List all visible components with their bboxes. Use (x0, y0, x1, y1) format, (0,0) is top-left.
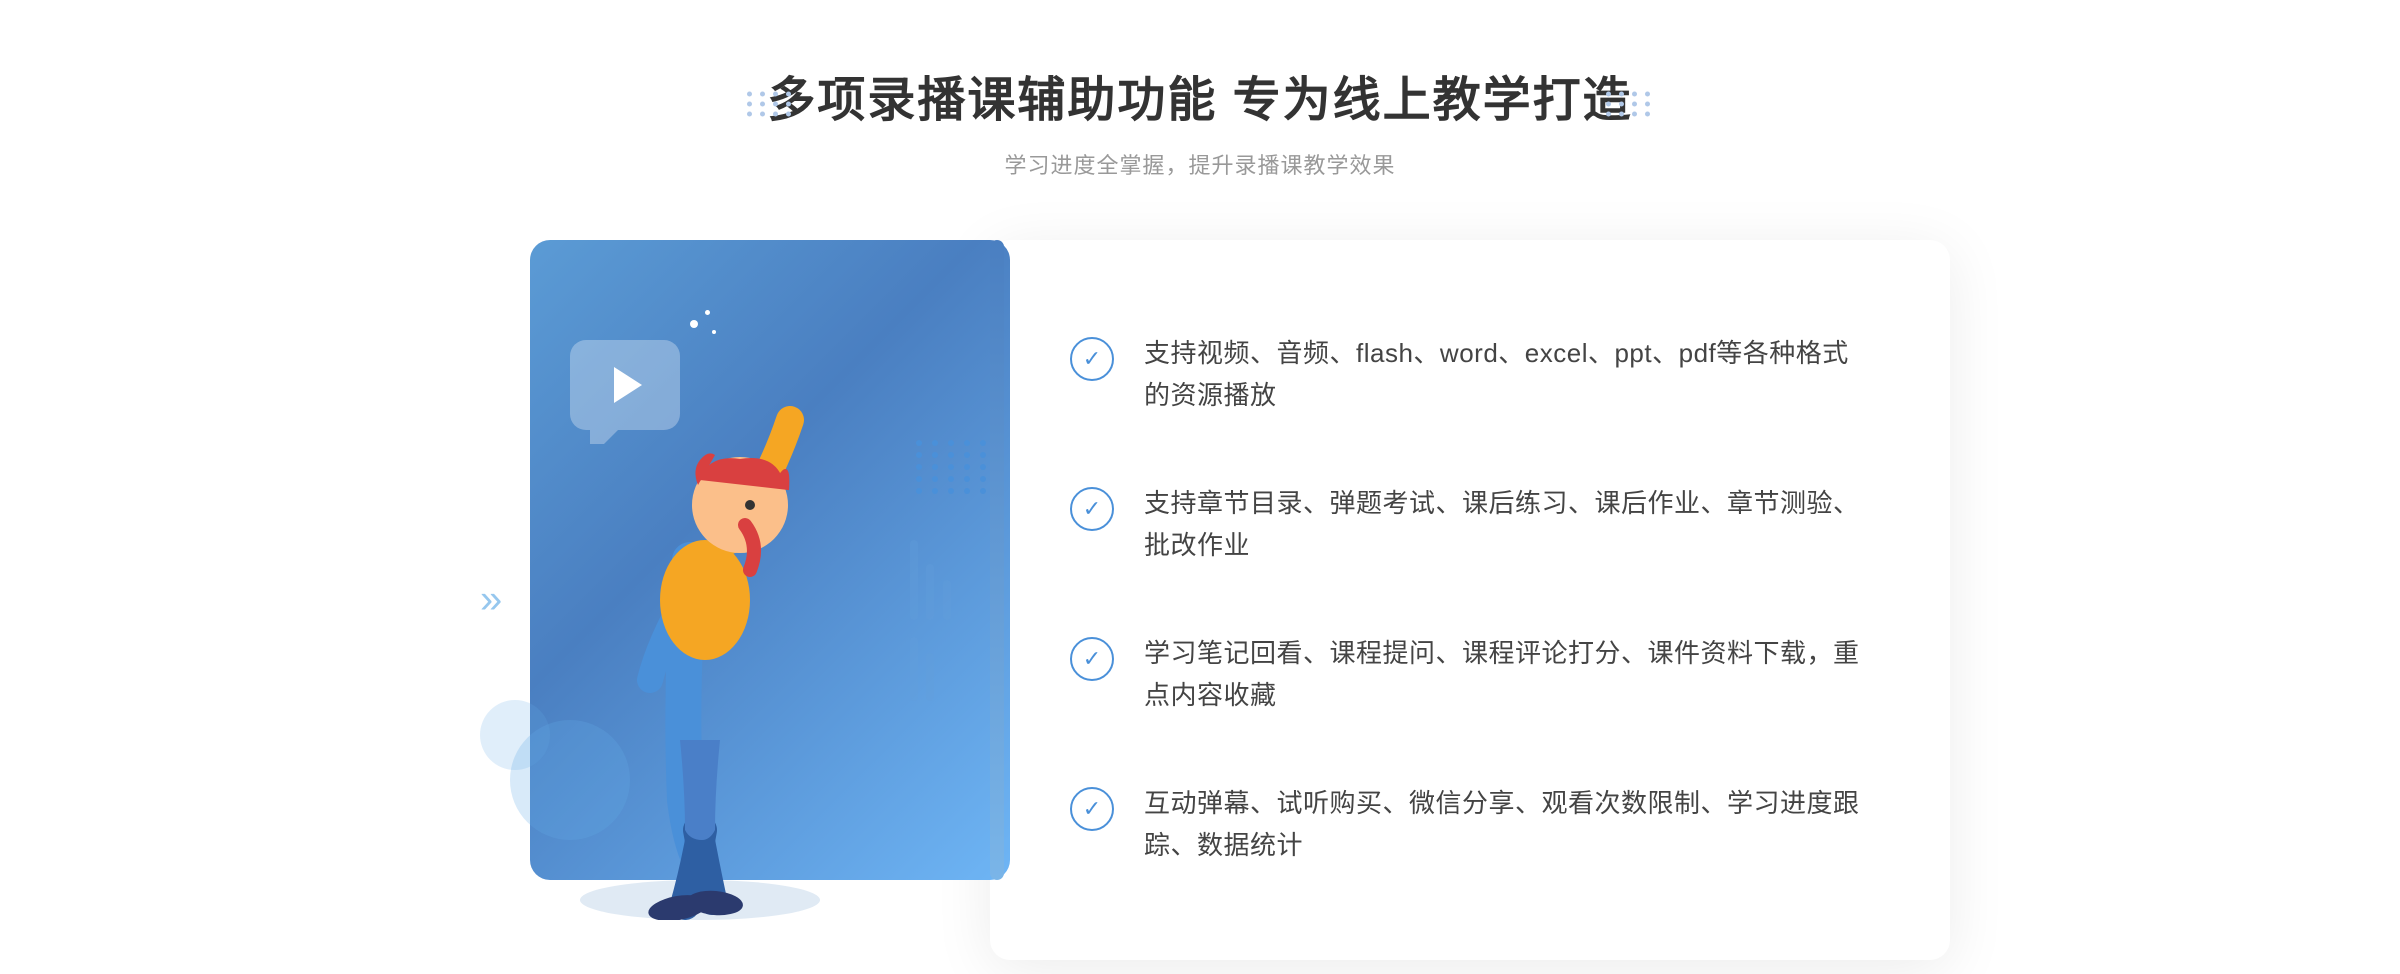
title-deco-right (1606, 92, 1653, 117)
left-image-section (450, 240, 1030, 920)
check-icon-3: ✓ (1070, 637, 1114, 681)
header-section: 多项录播课辅助功能 专为线上教学打造 学习进度全掌握，提升录播课教学效果 (767, 60, 1632, 180)
feature-item-2: ✓ 支持章节目录、弹题考试、课后练习、课后作业、章节测验、批改作业 (1070, 483, 1870, 566)
content-area: » (450, 240, 1950, 960)
feature-item-3: ✓ 学习笔记回看、课程提问、课程评论打分、课件资料下载，重点内容收藏 (1070, 633, 1870, 716)
feature-text-2: 支持章节目录、弹题考试、课后练习、课后作业、章节测验、批改作业 (1144, 483, 1870, 566)
feature-item-4: ✓ 互动弹幕、试听购买、微信分享、观看次数限制、学习进度跟踪、数据统计 (1070, 783, 1870, 866)
feature-text-3: 学习笔记回看、课程提问、课程评论打分、课件资料下载，重点内容收藏 (1144, 633, 1870, 716)
check-icon-4: ✓ (1070, 787, 1114, 831)
check-icon-2: ✓ (1070, 487, 1114, 531)
feature-text-1: 支持视频、音频、flash、word、excel、ppt、pdf等各种格式的资源… (1144, 333, 1870, 416)
page-container: 多项录播课辅助功能 专为线上教学打造 学习进度全掌握，提升录播课教学效果 » (0, 0, 2400, 974)
vertical-accent-bar (990, 240, 1004, 880)
illustration-container (450, 260, 1030, 920)
sparkle-decoration-1 (690, 320, 698, 328)
check-mark-1: ✓ (1083, 348, 1101, 370)
title-deco-left (747, 92, 794, 117)
check-mark-2: ✓ (1083, 498, 1101, 520)
feature-text-4: 互动弹幕、试听购买、微信分享、观看次数限制、学习进度跟踪、数据统计 (1144, 783, 1870, 866)
title-wrapper: 多项录播课辅助功能 专为线上教学打造 (767, 60, 1632, 148)
check-mark-4: ✓ (1083, 798, 1101, 820)
check-mark-3: ✓ (1083, 648, 1101, 670)
check-icon-1: ✓ (1070, 337, 1114, 381)
sparkle-decoration-2 (705, 310, 710, 315)
right-features-panel: ✓ 支持视频、音频、flash、word、excel、ppt、pdf等各种格式的… (990, 240, 1950, 960)
decorative-circle-small (480, 700, 550, 770)
sparkle-decoration-3 (712, 330, 716, 334)
sub-title: 学习进度全掌握，提升录播课教学效果 (767, 148, 1632, 180)
main-title: 多项录播课辅助功能 专为线上教学打造 (767, 60, 1632, 130)
feature-item-1: ✓ 支持视频、音频、flash、word、excel、ppt、pdf等各种格式的… (1070, 333, 1870, 416)
